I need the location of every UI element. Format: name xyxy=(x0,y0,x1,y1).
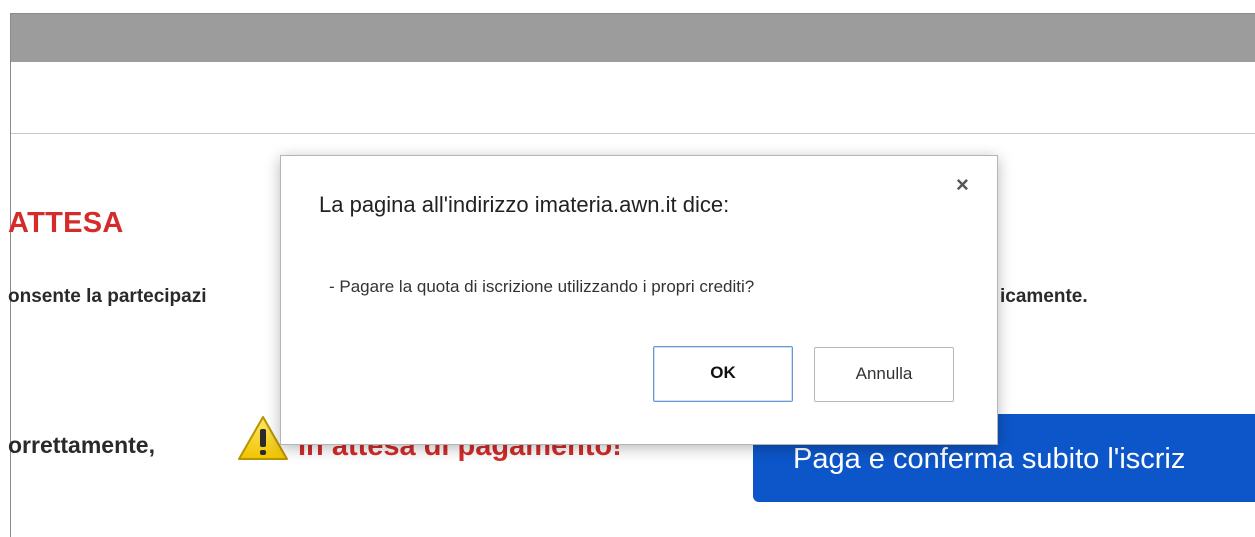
dialog-title: La pagina all'indirizzo imateria.awn.it … xyxy=(319,192,730,217)
dialog-message: - Pagare la quota di iscrizione utilizza… xyxy=(329,277,755,296)
web-page: ATTESA onsente la partecipazi icamente. … xyxy=(0,0,1255,537)
header-divider xyxy=(11,133,1255,134)
cancel-button[interactable]: Annulla xyxy=(814,347,954,402)
close-icon[interactable]: × xyxy=(956,174,969,196)
registration-status-title: ATTESA xyxy=(8,207,124,239)
info-text-right: icamente. xyxy=(1000,286,1088,307)
info-text-left: onsente la partecipazi xyxy=(8,286,207,307)
header-bar xyxy=(11,14,1255,62)
status-text-prefix: orrettamente, xyxy=(8,432,155,458)
ok-button[interactable]: OK xyxy=(653,346,793,402)
confirm-dialog: La pagina all'indirizzo imateria.awn.it … xyxy=(280,155,998,445)
